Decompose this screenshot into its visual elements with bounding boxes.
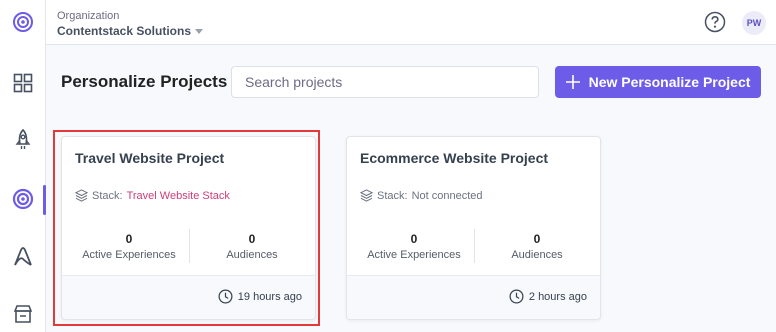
organization-name: Contentstack Solutions: [57, 24, 192, 38]
automate-icon[interactable]: [9, 243, 37, 271]
project-name: Travel Website Project: [75, 150, 225, 166]
stack-layers-icon: [75, 189, 88, 202]
active-experiences-stat: 0 Active Experiences: [354, 232, 474, 261]
stat-divider: [189, 229, 190, 263]
card-footer: 2 hours ago: [347, 275, 600, 319]
organization-label: Organization: [57, 10, 120, 22]
stack-value: Not connected: [411, 189, 483, 202]
project-name: Ecommerce Website Project: [360, 150, 549, 166]
organization-switcher[interactable]: Contentstack Solutions: [57, 24, 204, 38]
dashboard-grid-icon[interactable]: [9, 69, 37, 97]
stat-divider: [474, 229, 475, 263]
active-experiences-label: Active Experiences: [82, 249, 176, 261]
audiences-label: Audiences: [226, 249, 278, 261]
active-experiences-stat: 0 Active Experiences: [69, 232, 189, 261]
last-updated: 19 hours ago: [218, 289, 302, 304]
active-experiences-label: Active Experiences: [367, 249, 461, 261]
audiences-count: 0: [248, 232, 256, 246]
clock-icon: [509, 289, 524, 304]
personalize-target-icon[interactable]: [9, 185, 37, 213]
stack-row: Stack: Travel Website Stack: [75, 189, 230, 202]
stack-label: Stack:: [92, 189, 123, 202]
caret-down-icon: [195, 29, 204, 34]
stack-layers-icon: [360, 189, 373, 202]
active-experiences-count: 0: [410, 232, 418, 246]
audiences-label: Audiences: [511, 249, 563, 261]
search-projects-input[interactable]: [231, 66, 539, 98]
main-content: Personalize Projects New Personalize Pro…: [46, 45, 776, 332]
new-personalize-project-button[interactable]: New Personalize Project: [555, 66, 761, 98]
updated-time: 2 hours ago: [528, 290, 587, 303]
user-avatar[interactable]: PW: [742, 11, 766, 35]
card-footer: 19 hours ago: [62, 275, 315, 319]
last-updated: 2 hours ago: [509, 289, 587, 304]
clock-icon: [218, 289, 233, 304]
top-header: Organization Contentstack Solutions PW: [46, 0, 776, 45]
target-logo-icon[interactable]: [9, 8, 37, 36]
project-card-ecommerce[interactable]: Ecommerce Website Project Stack: Not con…: [346, 136, 601, 320]
page-title: Personalize Projects: [61, 72, 228, 91]
new-project-label: New Personalize Project: [588, 74, 751, 90]
project-card-travel[interactable]: Travel Website Project Stack: Travel Web…: [61, 136, 316, 320]
marketplace-icon[interactable]: [9, 300, 37, 328]
updated-time: 19 hours ago: [237, 290, 302, 303]
active-experiences-count: 0: [125, 232, 133, 246]
audiences-stat: 0 Audiences: [477, 232, 597, 261]
stack-label: Stack:: [377, 189, 408, 202]
left-sidebar: [0, 0, 46, 332]
help-icon[interactable]: [704, 11, 726, 33]
plus-icon: [565, 75, 580, 89]
stack-link[interactable]: Travel Website Stack: [127, 190, 230, 202]
rocket-icon[interactable]: [9, 126, 37, 154]
audiences-stat: 0 Audiences: [192, 232, 312, 261]
stack-row: Stack: Not connected: [360, 189, 483, 202]
audiences-count: 0: [533, 232, 541, 246]
